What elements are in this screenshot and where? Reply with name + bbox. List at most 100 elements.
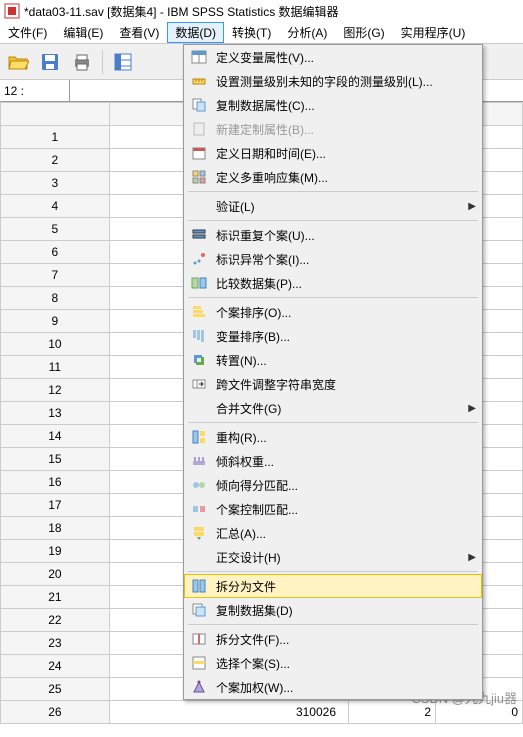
save-button[interactable] — [36, 48, 64, 76]
data-cell[interactable]: 310026 — [109, 701, 348, 724]
menu-item[interactable]: 定义多重响应集(M)... — [184, 165, 482, 189]
menu-item[interactable]: 数据(D) — [167, 22, 224, 43]
menu-item[interactable]: 重构(R)... — [184, 425, 482, 449]
sort-case-icon — [190, 304, 208, 320]
cell-reference[interactable]: 12 : — [0, 80, 70, 101]
menu-bar: 文件(F)编辑(E)查看(V)数据(D)转换(T)分析(A)图形(G)实用程序(… — [0, 22, 523, 44]
menu-item[interactable]: 实用程序(U) — [393, 22, 474, 43]
menu-item-label: 倾斜权重... — [216, 453, 476, 470]
var-prop-icon — [190, 49, 208, 65]
multi-icon — [190, 169, 208, 185]
menu-item-label: 标识异常个案(I)... — [216, 251, 476, 268]
row-header[interactable]: 24 — [1, 655, 110, 678]
row-header[interactable]: 6 — [1, 241, 110, 264]
row-header[interactable]: 10 — [1, 333, 110, 356]
row-header[interactable]: 4 — [1, 195, 110, 218]
row-header[interactable]: 2 — [1, 149, 110, 172]
split-icon — [190, 578, 208, 594]
menu-item-label: 个案控制匹配... — [216, 501, 476, 518]
row-header[interactable]: 8 — [1, 287, 110, 310]
menu-item[interactable]: 个案加权(W)... — [184, 675, 482, 699]
weight-icon — [190, 679, 208, 695]
menu-item[interactable]: 标识异常个案(I)... — [184, 247, 482, 271]
open-button[interactable] — [4, 48, 32, 76]
menu-item[interactable]: 跨文件调整字符串宽度 — [184, 372, 482, 396]
row-header[interactable]: 26 — [1, 701, 110, 724]
data-cell[interactable]: 0 — [436, 701, 523, 724]
menu-item[interactable]: 复制数据集(D) — [184, 598, 482, 622]
menu-item-label: 标识重复个案(U)... — [216, 227, 476, 244]
menu-item[interactable]: 图形(G) — [335, 22, 392, 43]
menu-item-label: 重构(R)... — [216, 429, 476, 446]
menu-item[interactable]: 定义变量属性(V)... — [184, 45, 482, 69]
menu-item-label: 转置(N)... — [216, 352, 476, 369]
menu-item[interactable]: 编辑(E) — [55, 22, 111, 43]
row-header[interactable]: 25 — [1, 678, 110, 701]
menu-item[interactable]: 转置(N)... — [184, 348, 482, 372]
menu-item-label: 定义变量属性(V)... — [216, 49, 476, 66]
table-row: 2631002620 — [1, 701, 523, 724]
menu-item[interactable]: 文件(F) — [0, 22, 55, 43]
menu-item-label: 拆分为文件 — [216, 578, 476, 595]
menu-item[interactable]: 倾斜权重... — [184, 449, 482, 473]
menu-item[interactable]: 拆分为文件 — [184, 574, 482, 598]
menu-item[interactable]: 查看(V) — [111, 22, 167, 43]
menu-item[interactable]: 定义日期和时间(E)... — [184, 141, 482, 165]
row-header[interactable]: 17 — [1, 494, 110, 517]
menu-item-label: 设置测量级别未知的字段的测量级别(L)... — [216, 73, 476, 90]
menu-item-label: 复制数据属性(C)... — [216, 97, 476, 114]
data-dropdown-menu: 定义变量属性(V)... 设置测量级别未知的字段的测量级别(L)... 复制数据属性… — [183, 44, 483, 700]
row-header[interactable]: 18 — [1, 517, 110, 540]
psm-icon — [190, 477, 208, 493]
row-header[interactable]: 5 — [1, 218, 110, 241]
row-header[interactable]: 11 — [1, 356, 110, 379]
row-header[interactable]: 22 — [1, 609, 110, 632]
menu-item-label: 个案排序(O)... — [216, 304, 476, 321]
menu-item[interactable]: 汇总(A)... — [184, 521, 482, 545]
agg-icon — [190, 525, 208, 541]
row-header[interactable]: 13 — [1, 402, 110, 425]
row-header[interactable]: 12 — [1, 379, 110, 402]
menu-item[interactable]: 分析(A) — [279, 22, 335, 43]
menu-item[interactable]: 设置测量级别未知的字段的测量级别(L)... — [184, 69, 482, 93]
menu-item[interactable]: 倾向得分匹配... — [184, 473, 482, 497]
row-header[interactable]: 21 — [1, 586, 110, 609]
sort-var-icon — [190, 328, 208, 344]
row-header[interactable]: 20 — [1, 563, 110, 586]
print-button[interactable] — [68, 48, 96, 76]
dup-icon — [190, 227, 208, 243]
menu-item: 新建定制属性(B)... — [184, 117, 482, 141]
menu-item[interactable]: 拆分文件(F)... — [184, 627, 482, 651]
menu-item[interactable]: 复制数据属性(C)... — [184, 93, 482, 117]
menu-item[interactable]: 正交设计(H)▶ — [184, 545, 482, 569]
row-header[interactable]: 7 — [1, 264, 110, 287]
menu-item[interactable]: 个案排序(O)... — [184, 300, 482, 324]
row-header[interactable]: 23 — [1, 632, 110, 655]
menu-item-label: 倾向得分匹配... — [216, 477, 476, 494]
row-header[interactable]: 19 — [1, 540, 110, 563]
menu-item-label: 复制数据集(D) — [216, 602, 476, 619]
row-header[interactable]: 16 — [1, 471, 110, 494]
menu-item-label: 拆分文件(F)... — [216, 631, 476, 648]
row-header[interactable]: 9 — [1, 310, 110, 333]
row-header[interactable]: 1 — [1, 126, 110, 149]
menu-item[interactable]: 标识重复个案(U)... — [184, 223, 482, 247]
menu-item[interactable]: 合并文件(G)▶ — [184, 396, 482, 420]
menu-item[interactable]: 验证(L)▶ — [184, 194, 482, 218]
menu-item[interactable]: 选择个案(S)... — [184, 651, 482, 675]
new-icon — [190, 121, 208, 137]
submenu-arrow-icon: ▶ — [468, 552, 476, 563]
row-header[interactable]: 14 — [1, 425, 110, 448]
menu-item[interactable]: 个案控制匹配... — [184, 497, 482, 521]
ccm-icon — [190, 501, 208, 517]
submenu-arrow-icon: ▶ — [468, 403, 476, 414]
menu-item-label: 比较数据集(P)... — [216, 275, 476, 292]
data-cell[interactable]: 2 — [349, 701, 436, 724]
grid-view-button[interactable] — [109, 48, 137, 76]
menu-item[interactable]: 比较数据集(P)... — [184, 271, 482, 295]
menu-item[interactable]: 变量排序(B)... — [184, 324, 482, 348]
menu-item[interactable]: 转换(T) — [224, 22, 279, 43]
row-header[interactable]: 15 — [1, 448, 110, 471]
outlier-icon — [190, 251, 208, 267]
row-header[interactable]: 3 — [1, 172, 110, 195]
